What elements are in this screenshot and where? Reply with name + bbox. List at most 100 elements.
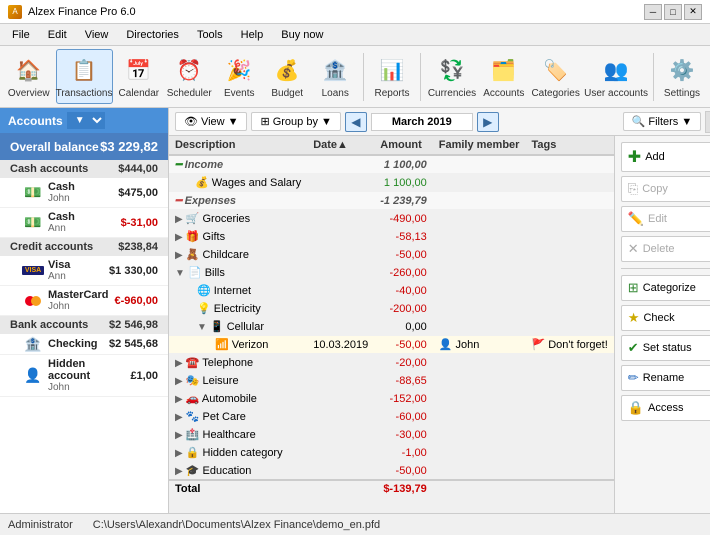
menu-tools[interactable]: Tools: [189, 27, 231, 43]
cash-ann-balance: $-31,00: [121, 217, 158, 229]
expand-petcare[interactable]: ▶: [175, 412, 183, 423]
reports-icon: 📊: [376, 54, 408, 86]
categorize-button[interactable]: ⊞ Categorize: [622, 276, 710, 300]
close-button[interactable]: ✕: [684, 4, 702, 20]
petcare-icon: 🐾: [186, 411, 200, 423]
accounts-dropdown[interactable]: ▼: [67, 112, 105, 129]
table-row[interactable]: ▶ 🐾 Pet Care -60,00: [169, 408, 614, 426]
menu-edit[interactable]: Edit: [40, 27, 75, 43]
table-row[interactable]: ▼ 📄 Bills -260,00: [169, 264, 614, 282]
toolbar-separator-2: [420, 53, 421, 101]
total-amount: $-139,79: [374, 480, 432, 498]
cash-accounts-header: Cash accounts $444,00: [0, 160, 168, 178]
list-item[interactable]: 💵 Cash Ann $-31,00: [0, 208, 168, 238]
table-row[interactable]: 💡 Electricity -200,00: [169, 300, 614, 318]
add-button-group[interactable]: ✚ Add ▼: [621, 142, 710, 172]
calendar-label: Calendar: [119, 88, 160, 99]
toolbar-user-accounts[interactable]: 👥 User accounts: [585, 49, 647, 104]
view-toggle-button[interactable]: ▦: [705, 111, 710, 133]
access-button[interactable]: 🔒 Access: [622, 396, 710, 420]
table-row[interactable]: ▶ 🎁 Gifts -58,13: [169, 228, 614, 246]
expand-hidden[interactable]: ▶: [175, 448, 183, 459]
toolbar-scheduler[interactable]: ⏰ Scheduler: [165, 49, 213, 104]
check-button-group[interactable]: ★ Check ▼: [621, 305, 710, 331]
rename-button-group[interactable]: ✏ Rename ▼: [621, 365, 710, 391]
checking-balance: $2 545,68: [109, 338, 158, 350]
prev-month-button[interactable]: ◀: [345, 112, 367, 132]
menu-file[interactable]: File: [4, 27, 38, 43]
toolbar-separator-1: [363, 53, 364, 101]
add-button[interactable]: ✚ Add: [622, 143, 710, 171]
set-status-button-group[interactable]: ✔ Set status ▼: [621, 335, 710, 361]
toolbar-reports[interactable]: 📊 Reports: [370, 49, 414, 104]
expand-bills[interactable]: ▼: [175, 268, 185, 279]
delete-label: Delete: [643, 243, 675, 255]
table-row[interactable]: ▼ 📱 Cellular 0,00: [169, 318, 614, 336]
col-family-member: Family member: [433, 136, 526, 155]
table-row[interactable]: ▶ 🧸 Childcare -50,00: [169, 246, 614, 264]
check-button[interactable]: ★ Check: [622, 306, 710, 330]
budget-label: Budget: [271, 88, 303, 99]
menu-view[interactable]: View: [77, 27, 117, 43]
window-controls[interactable]: ─ □ ✕: [644, 4, 702, 20]
expand-healthcare[interactable]: ▶: [175, 430, 183, 441]
table-row[interactable]: 💰 Wages and Salary 1 100,00: [169, 174, 614, 192]
copy-button[interactable]: ⎘ Copy: [621, 176, 710, 202]
access-button-group[interactable]: 🔒 Access ▼: [621, 395, 710, 421]
expand-education[interactable]: ▶: [175, 466, 183, 477]
view-button[interactable]: 👁 View ▼: [175, 112, 248, 131]
table-row[interactable]: 🌐 Internet -40,00: [169, 282, 614, 300]
table-row[interactable]: ▶ 🎓 Education -50,00: [169, 462, 614, 481]
expand-childcare[interactable]: ▶: [175, 250, 183, 261]
toolbar-calendar[interactable]: 📅 Calendar: [117, 49, 162, 104]
wages-icon: 💰: [195, 177, 209, 189]
maximize-button[interactable]: □: [664, 4, 682, 20]
list-item[interactable]: 💵 Cash John $475,00: [0, 178, 168, 208]
toolbar-events[interactable]: 🎉 Events: [217, 49, 261, 104]
group-by-button[interactable]: ⊞ Group by ▼: [251, 112, 340, 131]
list-item[interactable]: 👤 Hidden account John £1,00: [0, 355, 168, 397]
next-month-button[interactable]: ▶: [477, 112, 499, 132]
set-status-button[interactable]: ✔ Set status: [622, 336, 710, 360]
menu-help[interactable]: Help: [233, 27, 272, 43]
toolbar-accounts[interactable]: 🗂️ Accounts: [481, 49, 526, 104]
minimize-button[interactable]: ─: [644, 4, 662, 20]
toolbar-loans[interactable]: 🏦 Loans: [313, 49, 357, 104]
expand-leisure[interactable]: ▶: [175, 376, 183, 387]
expand-gifts[interactable]: ▶: [175, 232, 183, 243]
expand-telephone[interactable]: ▶: [175, 358, 183, 369]
filters-button[interactable]: 🔍 Filters ▼: [623, 112, 702, 131]
bank-accounts-group: Bank accounts $2 546,98 🏦 Checking $2 54…: [0, 316, 168, 397]
table-row[interactable]: ▶ 🔒 Hidden category -1,00: [169, 444, 614, 462]
toolbar-overview[interactable]: 🏠 Overview: [6, 49, 52, 104]
check-label: Check: [643, 312, 674, 324]
table-row[interactable]: ▶ 🎭 Leisure -88,65: [169, 372, 614, 390]
toolbar-budget[interactable]: 💰 Budget: [265, 49, 309, 104]
toolbar-settings[interactable]: ⚙️ Settings: [660, 49, 704, 104]
table-row[interactable]: ▶ 🛒 Groceries -490,00: [169, 210, 614, 228]
toolbar-categories[interactable]: 🏷️ Categories: [530, 49, 581, 104]
list-item[interactable]: MasterCard John €-960,00: [0, 286, 168, 316]
delete-button[interactable]: ✕ Delete: [621, 236, 710, 262]
menu-buy-now[interactable]: Buy now: [273, 27, 331, 43]
automobile-icon: 🚗: [186, 393, 200, 405]
table-row[interactable]: ▶ 🚗 Automobile -152,00: [169, 390, 614, 408]
categorize-button-group[interactable]: ⊞ Categorize ▼: [621, 275, 710, 301]
expand-groceries[interactable]: ▶: [175, 214, 183, 225]
toolbar-transactions[interactable]: 📋 Transactions: [56, 49, 113, 104]
list-item[interactable]: 🏦 Checking $2 545,68: [0, 334, 168, 355]
edit-button[interactable]: ✏️ Edit: [621, 206, 710, 232]
menu-directories[interactable]: Directories: [118, 27, 187, 43]
table-row[interactable]: ▶ ☎️ Telephone -20,00: [169, 354, 614, 372]
cash-accounts-total: $444,00: [118, 163, 158, 175]
expand-cellular[interactable]: ▼: [197, 322, 207, 333]
table-row[interactable]: 📶 Verizon 10.03.2019 -50,00 👤 John 🚩 Don…: [169, 336, 614, 354]
table-row[interactable]: ▶ 🏥 Healthcare -30,00: [169, 426, 614, 444]
healthcare-icon: 🏥: [186, 429, 200, 441]
rename-button[interactable]: ✏ Rename: [622, 366, 710, 390]
accounts-header: Accounts ▼: [0, 108, 168, 133]
list-item[interactable]: VISA Visa Ann $1 330,00: [0, 256, 168, 286]
expand-automobile[interactable]: ▶: [175, 394, 183, 405]
toolbar-currencies[interactable]: 💱 Currencies: [427, 49, 478, 104]
internet-icon: 🌐: [197, 285, 211, 297]
